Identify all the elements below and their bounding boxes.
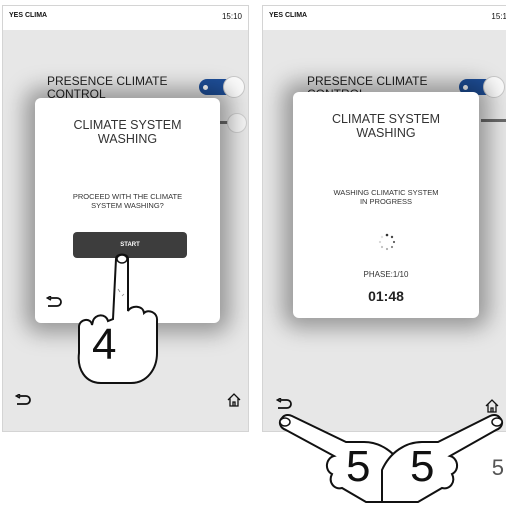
back-arrow-icon[interactable] (15, 394, 31, 406)
countdown-timer: 01:48 (368, 288, 404, 304)
presence-toggle[interactable] (199, 76, 245, 98)
washing-progress-dialog: CLIMATE SYSTEM WASHING WASHING CLIMATIC … (293, 92, 479, 318)
phase-counter: PHASE:1/10 (363, 270, 409, 279)
loading-spinner-icon (378, 233, 396, 251)
dialog-title: CLIMATE SYSTEM WASHING (331, 112, 441, 140)
secondary-toggle-track (481, 119, 506, 122)
page-number: 5 (491, 455, 504, 480)
app-title: YES CLIMA (9, 12, 48, 19)
back-arrow-icon[interactable] (46, 296, 62, 308)
hand-pointer-icon (381, 413, 504, 503)
status-bar: YES CLIMA 15:1 (263, 6, 506, 30)
right-screen: YES CLIMA 15:1 PRESENCE CLIMATE CONTROL … (262, 5, 506, 432)
secondary-toggle[interactable] (227, 113, 247, 133)
step-number: 5 (410, 442, 435, 491)
washing-status: WASHING CLIMATIC SYSTEM IN PROGRESS (333, 188, 439, 206)
home-icon[interactable] (226, 392, 242, 408)
left-screen: YES CLIMA 15:10 PRESENCE CLIMATE CONTROL… (2, 5, 249, 432)
clock: 15:10 (221, 12, 242, 21)
dialog-title: CLIMATE SYSTEM WASHING (73, 118, 182, 146)
dialog-message: PROCEED WITH THE CLIMATE SYSTEM WASHING? (72, 192, 183, 210)
back-arrow-icon[interactable] (276, 398, 292, 410)
step-number: 4 (92, 320, 117, 369)
app-title: YES CLIMA (269, 12, 308, 19)
status-bar: YES CLIMA 15:10 (3, 6, 248, 30)
clock: 15:1 (491, 12, 506, 21)
step-number: 5 (346, 442, 371, 491)
